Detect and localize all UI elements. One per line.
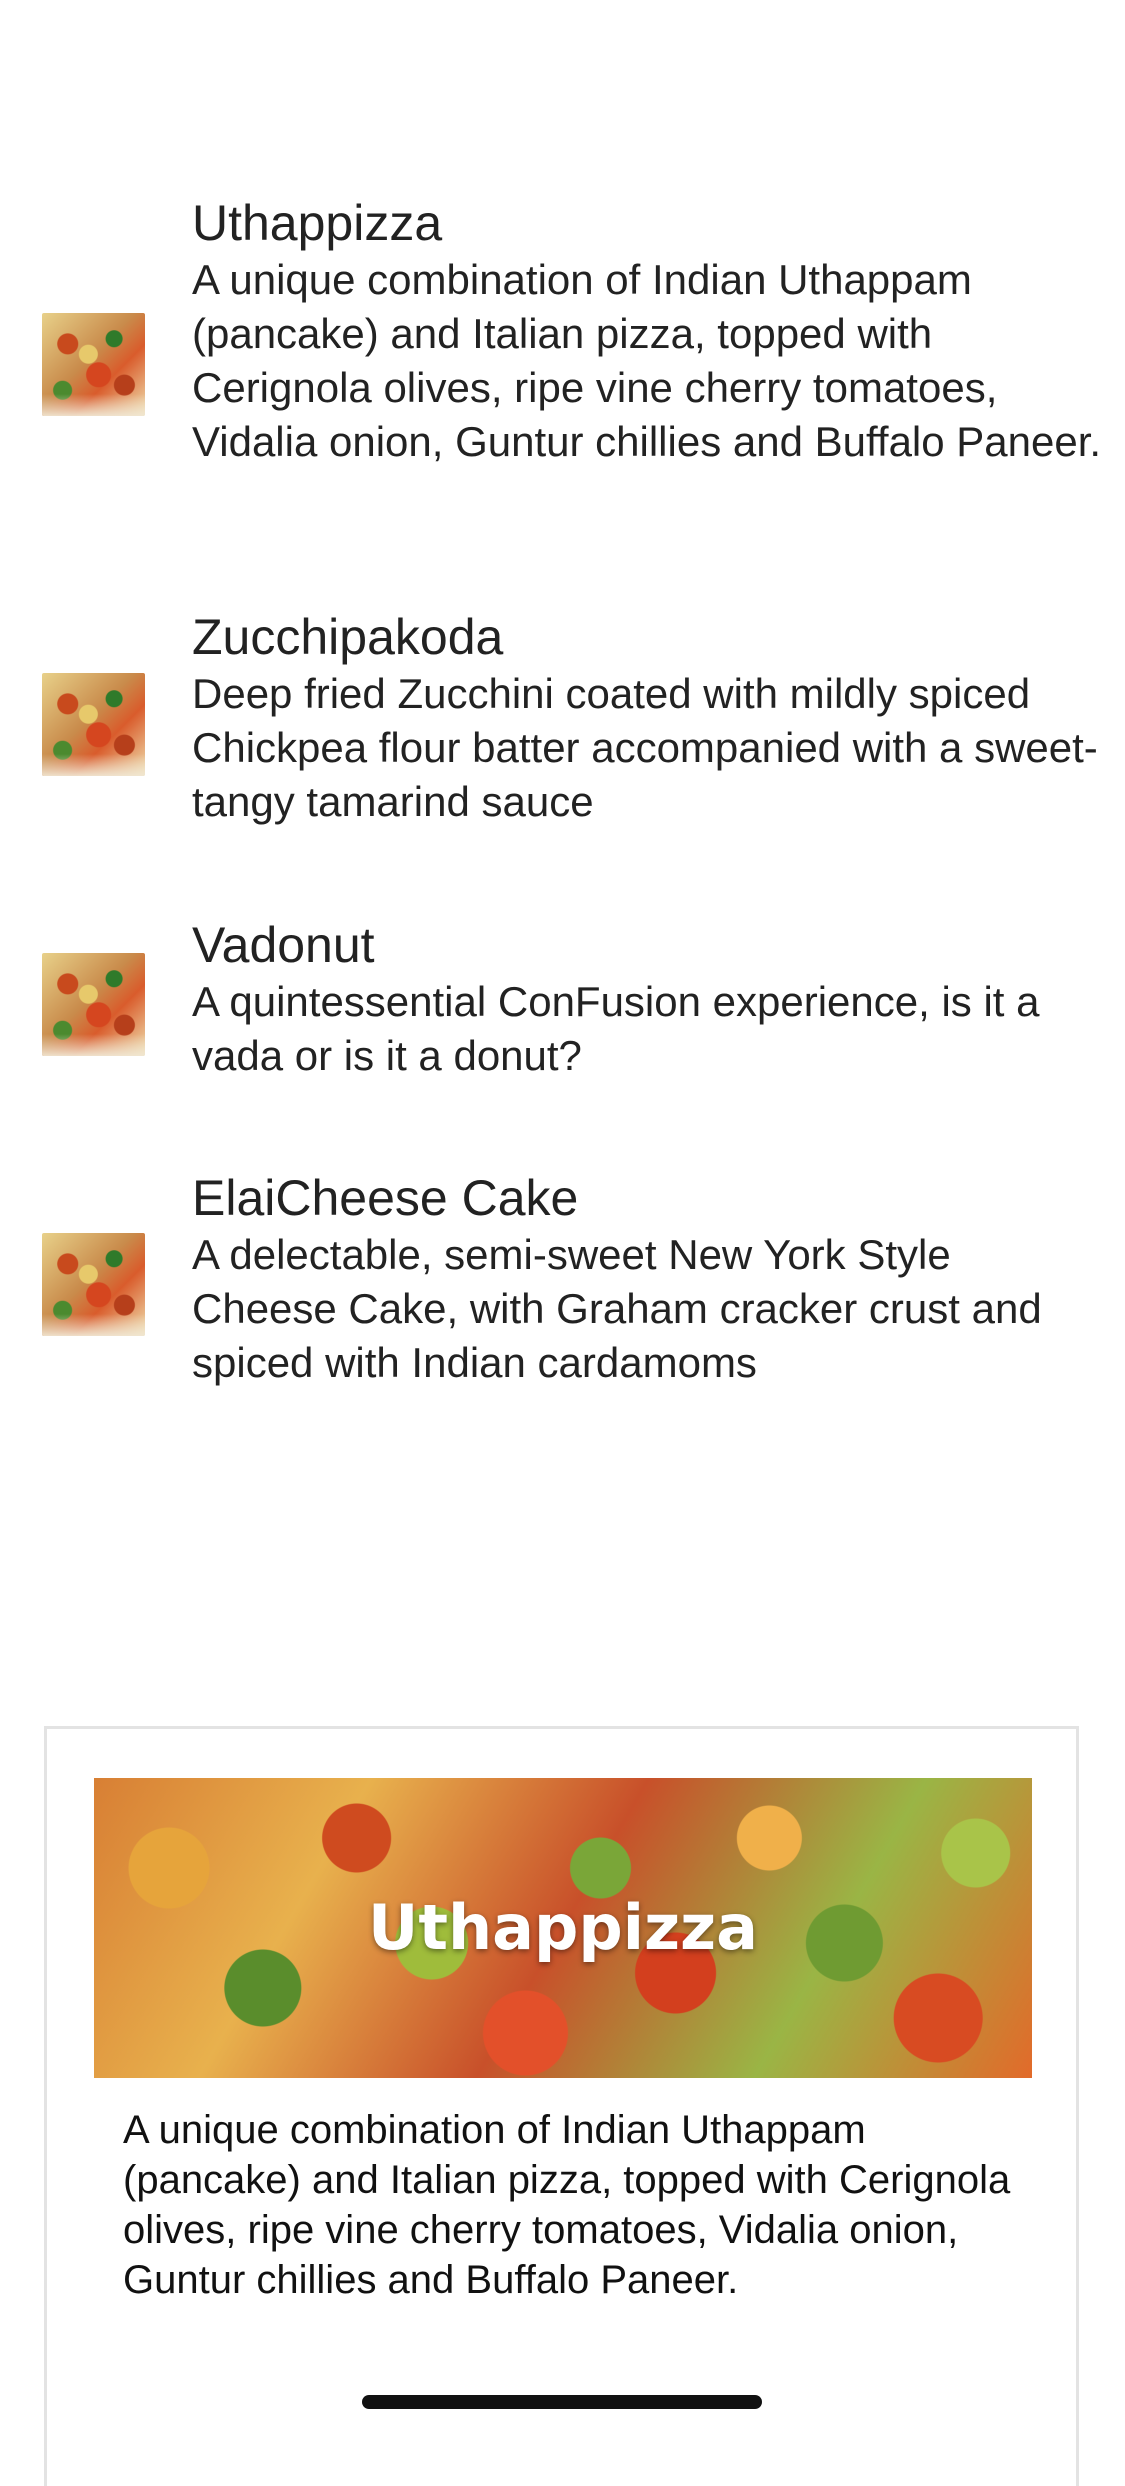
list-item-text: ElaiCheese Cake A delectable, semi-sweet… <box>192 1170 1107 1390</box>
list-item-description: A unique combination of Indian Uthappam … <box>192 256 1102 465</box>
list-item-text: Vadonut A quintessential ConFusion exper… <box>192 917 1107 1083</box>
list-item[interactable]: Zucchipakoda Deep fried Zucchini coated … <box>0 609 1125 839</box>
home-indicator[interactable] <box>362 2395 762 2409</box>
featured-dish-image: Uthappizza <box>94 1778 1032 2078</box>
list-item[interactable]: Uthappizza A unique combination of India… <box>0 195 1125 525</box>
list-item-title: Uthappizza <box>192 195 443 251</box>
list-item[interactable]: ElaiCheese Cake A delectable, semi-sweet… <box>0 1170 1125 1400</box>
list-item-text: Zucchipakoda Deep fried Zucchini coated … <box>192 609 1107 829</box>
menu-list: Uthappizza A unique combination of India… <box>0 0 1125 1450</box>
list-item-description: A quintessential ConFusion experience, i… <box>192 978 1040 1079</box>
list-item-title: Zucchipakoda <box>192 609 504 665</box>
featured-dish-description: A unique combination of Indian Uthappam … <box>123 2108 1011 2302</box>
pizza-thumbnail <box>42 313 145 416</box>
pizza-thumbnail <box>42 673 145 776</box>
pizza-thumbnail <box>42 1233 145 1336</box>
list-item-description: A delectable, semi-sweet New York Style … <box>192 1231 1042 1386</box>
featured-dish-title: Uthappizza <box>368 1891 758 1964</box>
list-item-text: Uthappizza A unique combination of India… <box>192 195 1107 469</box>
list-item-title: ElaiCheese Cake <box>192 1170 579 1226</box>
list-item[interactable]: Vadonut A quintessential ConFusion exper… <box>0 917 1125 1097</box>
featured-dish-card: Uthappizza A unique combination of India… <box>44 1726 1079 2486</box>
list-item-description: Deep fried Zucchini coated with mildly s… <box>192 670 1098 825</box>
list-item-title: Vadonut <box>192 917 375 973</box>
pizza-thumbnail <box>42 953 145 1056</box>
